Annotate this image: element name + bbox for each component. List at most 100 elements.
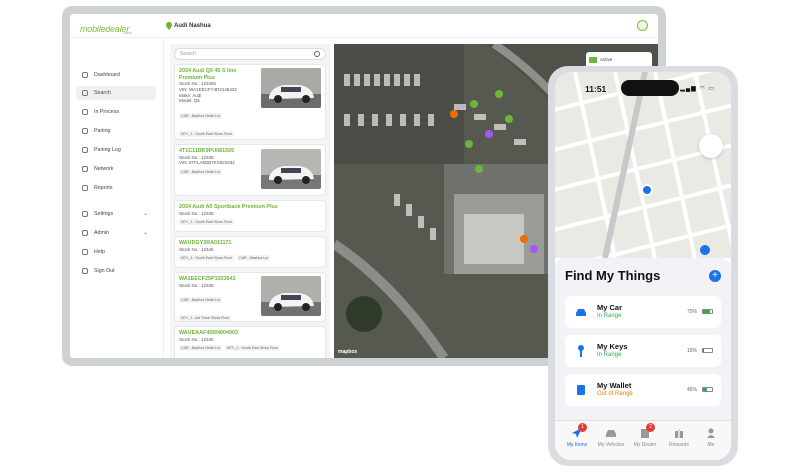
map-marker-icon [450, 90, 513, 173]
phone-screen: 11:51 ▂▄▆ ◠ ▭ Find My Things + My Car In… [555, 72, 731, 460]
sidebar-item-label: Sign Out [94, 268, 115, 274]
sidebar-item-pairing[interactable]: Pairing [76, 124, 156, 138]
tab-bar: 1 My Items My Vehicles 2 My Dealer Rewards… [555, 420, 731, 460]
battery-fill [703, 349, 705, 352]
sidebar-item-in-process[interactable]: In Process [76, 105, 156, 119]
sidebar-item-label: Pairing Log [94, 147, 121, 153]
tab-label: Me [707, 442, 715, 448]
car-tag: CAR - Nashua North Lot [179, 169, 222, 176]
sidebar: Dashboard Search In Process Pairing Pair… [70, 38, 164, 358]
car-tag: CAR - Nashua North Lot [179, 345, 222, 352]
help-icon [82, 249, 88, 255]
car-photo [261, 276, 321, 316]
add-button[interactable]: + [709, 270, 721, 282]
battery-percent: 15% [686, 348, 697, 354]
dashboard-icon [82, 72, 88, 78]
tab-my-dealer[interactable]: 2 My Dealer [627, 423, 663, 457]
sidebar-item-sign-out[interactable]: Sign Out [76, 264, 156, 278]
logo-sub: care [124, 30, 132, 35]
battery-icon [702, 387, 713, 392]
sidebar-item-settings[interactable]: Settings ⌄ [76, 207, 156, 221]
map-attribution: mapbox [338, 349, 358, 355]
log-icon [82, 147, 88, 153]
status-time: 11:51 [585, 84, 607, 94]
key-icon [578, 345, 584, 357]
vehicle-title: 2024 Audi Q5 45 S line Premium Plus [179, 68, 237, 81]
key-tag: KEY_1 - Avt Track Show Floor [179, 315, 232, 322]
tab-rewards[interactable]: Rewards [661, 425, 697, 457]
battery-percent: 45% [686, 387, 697, 393]
vehicle-list: Search 2024 Audi Q5 45 S line Premium Pl… [170, 44, 330, 358]
battery-percent: 75% [686, 309, 697, 315]
chevron-down-icon: ⌄ [142, 230, 148, 236]
map-markers[interactable] [444, 84, 554, 204]
sidebar-item-pairing-log[interactable]: Pairing Log [76, 143, 156, 157]
search-input[interactable]: Search [174, 48, 326, 60]
sidebar-item-search[interactable]: Search [76, 86, 156, 100]
sidebar-item-label: In Process [94, 109, 120, 115]
sidebar-item-label: Help [94, 249, 105, 255]
wallet-icon [577, 385, 585, 395]
list-item[interactable]: WAUDGY3RA011171 Stock No.: 12345 KEY_1 -… [174, 236, 326, 268]
thing-name: My Keys [597, 342, 628, 351]
sidebar-item-label: Admin [94, 230, 110, 236]
stock-no: Stock No.: 12345 [179, 210, 214, 216]
tab-label: My Dealer [633, 442, 657, 448]
stage: mobiledealer care Audi Nashua Dashboard … [0, 0, 791, 472]
location-button[interactable] [699, 134, 723, 158]
battery-fill [703, 388, 708, 391]
tag-row: KEY_1 - South East Show Floor CAR - Nashu… [179, 255, 321, 262]
thing-my-keys[interactable]: My Keys In Range 15% [565, 335, 721, 367]
list-item[interactable]: 2024 Audi Q5 45 S line Premium Plus Stoc… [174, 64, 326, 140]
battery-fill [703, 310, 710, 313]
status-icons: ▂▄▆ ◠ ▭ [680, 86, 715, 92]
pairing-icon [82, 128, 88, 134]
tag-row: CAR - Nashua North Lot KEY_1 - South East… [179, 345, 321, 352]
list-item[interactable]: 2024 Audi A5 Sportback Premium Plus Stoc… [174, 200, 326, 232]
tab-label: Rewards [669, 442, 689, 448]
sidebar-item-label: Pairing [94, 128, 111, 134]
sidebar-item-admin[interactable]: Admin ⌄ [76, 226, 156, 240]
search-icon [314, 51, 320, 57]
sidebar-item-label: Network [94, 166, 114, 172]
stock-no: Stock No.: 12345 [179, 336, 214, 342]
tab-label: My Items [566, 442, 588, 448]
tab-my-items[interactable]: 1 My Items [559, 423, 595, 457]
tab-my-vehicles[interactable]: My Vehicles [593, 425, 629, 457]
car-tag: CAR - Nashua North Lot [179, 297, 222, 304]
phone-frame: 11:51 ▂▄▆ ◠ ▭ Find My Things + My Car In… [548, 66, 738, 466]
logo[interactable]: mobiledealer care [80, 19, 144, 39]
list-item[interactable]: WAUEAAF45RN004903 Stock No.: 12345 CAR -… [174, 326, 326, 358]
legend-swatch [589, 56, 597, 63]
legend-label: Active [600, 57, 613, 62]
person-icon [705, 427, 717, 439]
list-item[interactable]: WA1EECF25P1023642 Stock No.: 12345 CAR -… [174, 272, 326, 322]
dealer-selector[interactable]: Audi Nashua [166, 22, 211, 30]
car-photo [261, 149, 321, 189]
network-icon [82, 166, 88, 172]
chevron-down-icon: ⌄ [142, 211, 148, 217]
thing-status: In Range [597, 352, 622, 358]
sidebar-item-network[interactable]: Network [76, 162, 156, 176]
list-item[interactable]: 4T1C11BK9PU081505 Stock No.: 12345 VIN: … [174, 144, 326, 196]
stock-no: Stock No.: 12345 [179, 246, 214, 252]
street-map[interactable] [555, 72, 731, 272]
tab-badge: 1 [578, 423, 587, 432]
sidebar-item-help[interactable]: Help [76, 245, 156, 259]
user-avatar-icon[interactable] [637, 20, 648, 31]
key-tag: KEY_1 - South East Show Floor [179, 219, 235, 226]
admin-icon [82, 230, 88, 236]
sidebar-item-reports[interactable]: Reports [76, 181, 156, 195]
thing-my-wallet[interactable]: My Wallet Out of Range 45% [565, 374, 721, 406]
car-photo [261, 68, 321, 108]
sidebar-item-dashboard[interactable]: Dashboard [76, 68, 156, 82]
sidebar-item-label: Settings [94, 211, 114, 217]
thing-my-car[interactable]: My Car In Range 75% [565, 296, 721, 328]
thing-name: My Wallet [597, 381, 632, 390]
sidebar-item-label: Reports [94, 185, 113, 191]
car-icon [576, 309, 586, 316]
phone-notch [621, 80, 679, 96]
car-tag: CAR - Nashua Lot [237, 255, 271, 262]
logo-text: mobiledealer [80, 24, 130, 34]
tab-me[interactable]: Me [693, 425, 729, 457]
